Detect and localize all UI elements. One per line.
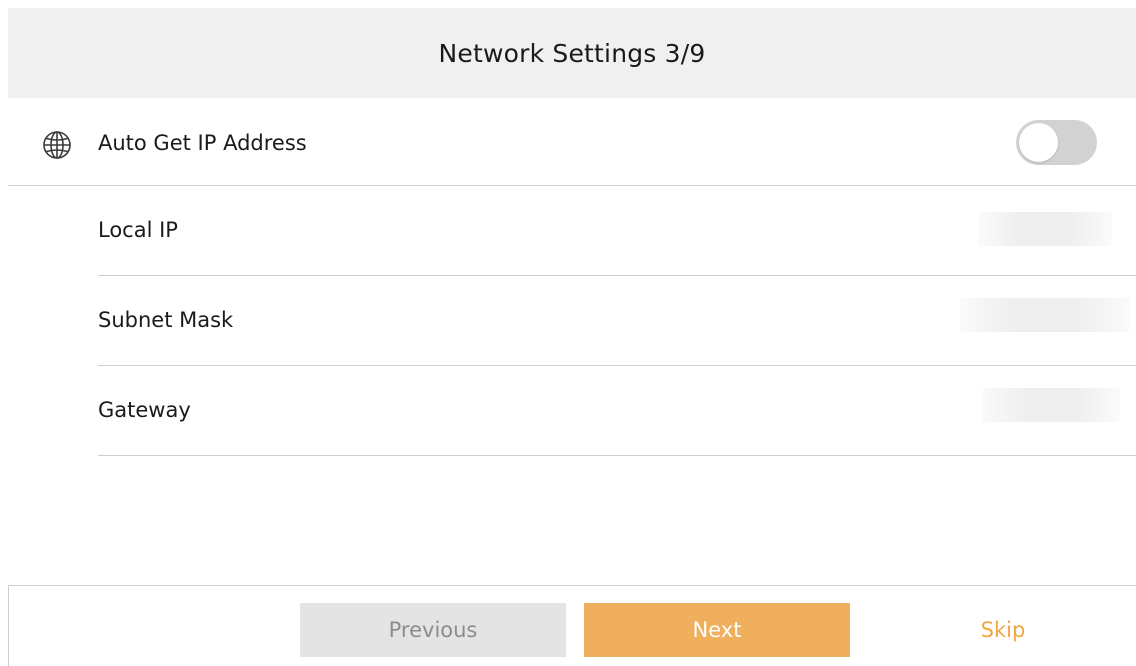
local-ip-label: Local IP (98, 218, 178, 242)
subnet-mask-label: Subnet Mask (98, 308, 234, 332)
local-ip-row[interactable]: Local IP (0, 185, 1136, 275)
local-ip-value[interactable] (978, 212, 1112, 246)
auto-ip-toggle[interactable] (1016, 120, 1097, 165)
gateway-row[interactable]: Gateway (0, 365, 1136, 455)
auto-ip-row: Auto Get IP Address (0, 98, 1136, 188)
toggle-knob (1019, 123, 1058, 162)
page-title: Network Settings 3/9 (438, 38, 706, 68)
auto-ip-label: Auto Get IP Address (98, 131, 307, 155)
previous-button[interactable]: Previous (300, 603, 566, 657)
globe-icon (42, 130, 72, 160)
skip-button[interactable]: Skip (940, 603, 1066, 657)
divider (98, 455, 1136, 456)
header-bar: Network Settings 3/9 (8, 8, 1136, 98)
gateway-value[interactable] (982, 388, 1120, 422)
gateway-label: Gateway (98, 398, 191, 422)
subnet-mask-value[interactable] (960, 298, 1130, 332)
next-button[interactable]: Next (584, 603, 850, 657)
